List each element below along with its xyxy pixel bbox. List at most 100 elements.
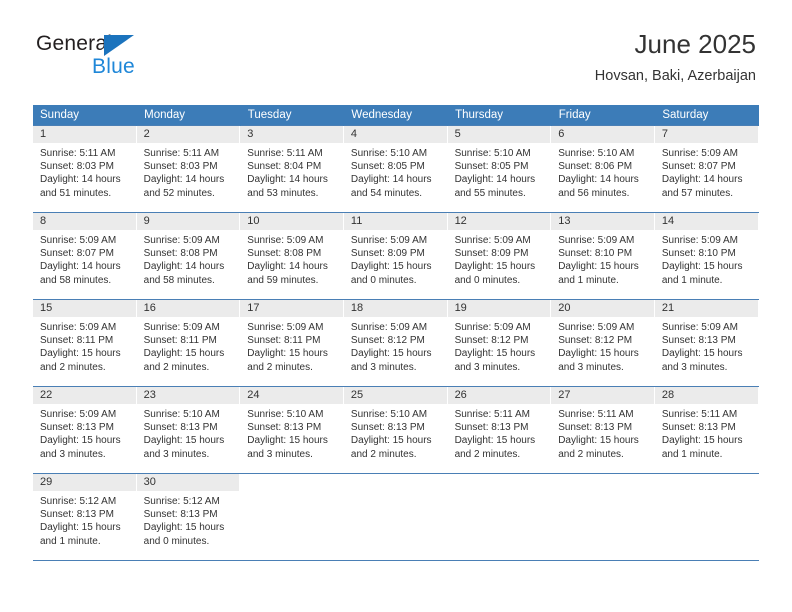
calendar-day-cell[interactable]: 20 Sunrise: 5:09 AM Sunset: 8:12 PM Dayligh… bbox=[551, 298, 655, 386]
daylight-duration-line1: Daylight: 15 hours bbox=[143, 522, 225, 534]
sunrise-time: Sunrise: 5:09 AM bbox=[661, 234, 738, 246]
sunset-time: Sunset: 8:05 PM bbox=[350, 160, 425, 172]
sunset-time: Sunset: 8:13 PM bbox=[454, 421, 529, 433]
calendar-day-cell[interactable]: 11 Sunrise: 5:09 AM Sunset: 8:09 PM Dayligh… bbox=[343, 211, 448, 299]
sunset-time: Sunset: 8:09 PM bbox=[350, 247, 425, 259]
day-number bbox=[240, 473, 344, 491]
calendar-day-cell[interactable]: 14 Sunrise: 5:09 AM Sunset: 8:10 PM Dayligh… bbox=[654, 211, 759, 299]
calendar-day-cell[interactable]: 7 Sunrise: 5:09 AM Sunset: 8:07 PM Daylight… bbox=[654, 124, 759, 212]
daylight-duration-line2: and 2 minutes. bbox=[40, 361, 106, 373]
calendar-day-cell[interactable]: 10 Sunrise: 5:09 AM Sunset: 8:08 PM Dayligh… bbox=[240, 211, 344, 299]
sunrise-time: Sunrise: 5:11 AM bbox=[40, 147, 116, 159]
sunset-time: Sunset: 8:13 PM bbox=[143, 421, 218, 433]
day-details: Sunrise: 5:12 AM Sunset: 8:13 PM Daylight:… bbox=[137, 491, 241, 549]
day-number: 18 bbox=[343, 299, 448, 317]
sunrise-time: Sunrise: 5:12 AM bbox=[40, 495, 117, 507]
day-details: Sunrise: 5:11 AM Sunset: 8:04 PM Daylight:… bbox=[240, 143, 344, 201]
calendar-day-cell[interactable]: 8 Sunrise: 5:09 AM Sunset: 8:07 PM Daylight… bbox=[33, 211, 137, 299]
day-number: 23 bbox=[136, 386, 241, 404]
daylight-duration-line1: Daylight: 14 hours bbox=[454, 174, 536, 186]
day-details: Sunrise: 5:09 AM Sunset: 8:12 PM Daylight:… bbox=[551, 317, 655, 375]
general-blue-logo[interactable]: General Blue bbox=[36, 32, 236, 84]
title-block: June 2025 Hovsan, Baki, Azerbaijan bbox=[595, 28, 756, 86]
calendar-day-cell[interactable]: 23 Sunrise: 5:10 AM Sunset: 8:13 PM Dayligh… bbox=[136, 385, 241, 473]
day-cell-inner bbox=[447, 473, 552, 560]
day-details: Sunrise: 5:09 AM Sunset: 8:10 PM Daylight:… bbox=[655, 230, 759, 288]
day-cell-inner: 14 Sunrise: 5:09 AM Sunset: 8:10 PM Dayligh… bbox=[654, 212, 759, 299]
day-details: Sunrise: 5:09 AM Sunset: 8:11 PM Daylight:… bbox=[240, 317, 344, 375]
calendar-day-cell[interactable]: 25 Sunrise: 5:10 AM Sunset: 8:13 PM Dayligh… bbox=[343, 385, 448, 473]
daylight-duration-line2: and 3 minutes. bbox=[350, 361, 417, 373]
daylight-duration-line2: and 3 minutes. bbox=[558, 361, 624, 373]
daylight-duration-line2: and 2 minutes. bbox=[143, 361, 210, 373]
calendar-day-cell[interactable]: 15 Sunrise: 5:09 AM Sunset: 8:11 PM Dayligh… bbox=[33, 298, 137, 386]
day-cell-inner: 29 Sunrise: 5:12 AM Sunset: 8:13 PM Dayligh… bbox=[33, 473, 137, 560]
calendar-day-cell[interactable]: 19 Sunrise: 5:09 AM Sunset: 8:12 PM Dayligh… bbox=[447, 298, 552, 386]
calendar-day-cell[interactable]: 6 Sunrise: 5:10 AM Sunset: 8:06 PM Daylight… bbox=[551, 124, 655, 212]
daylight-duration-line2: and 59 minutes. bbox=[247, 274, 319, 286]
daylight-duration-line1: Daylight: 15 hours bbox=[558, 348, 639, 360]
daylight-duration-line2: and 58 minutes. bbox=[40, 274, 112, 286]
day-details: Sunrise: 5:10 AM Sunset: 8:05 PM Daylight:… bbox=[344, 143, 448, 201]
day-number: 21 bbox=[654, 299, 759, 317]
calendar-day-cell[interactable]: 18 Sunrise: 5:09 AM Sunset: 8:12 PM Dayligh… bbox=[343, 298, 448, 386]
calendar-day-cell[interactable]: 21 Sunrise: 5:09 AM Sunset: 8:13 PM Dayligh… bbox=[654, 298, 759, 386]
calendar-day-cell[interactable]: 27 Sunrise: 5:11 AM Sunset: 8:13 PM Dayligh… bbox=[551, 385, 655, 473]
day-cell-inner: 30 Sunrise: 5:12 AM Sunset: 8:13 PM Dayligh… bbox=[136, 473, 241, 560]
day-number: 29 bbox=[33, 473, 137, 491]
sunset-time: Sunset: 8:11 PM bbox=[247, 334, 321, 346]
sunset-time: Sunset: 8:13 PM bbox=[40, 421, 114, 433]
daylight-duration-line2: and 54 minutes. bbox=[350, 187, 423, 199]
day-cell-inner: 13 Sunrise: 5:09 AM Sunset: 8:10 PM Dayligh… bbox=[551, 212, 655, 299]
calendar-day-cell[interactable]: 2 Sunrise: 5:11 AM Sunset: 8:03 PM Daylight… bbox=[136, 124, 241, 212]
calendar-day-cell[interactable]: 22 Sunrise: 5:09 AM Sunset: 8:13 PM Dayligh… bbox=[33, 385, 137, 473]
calendar-day-cell[interactable]: 24 Sunrise: 5:10 AM Sunset: 8:13 PM Dayligh… bbox=[240, 385, 344, 473]
sunrise-time: Sunrise: 5:10 AM bbox=[143, 408, 220, 420]
day-number: 8 bbox=[33, 212, 137, 230]
daylight-duration-line2: and 58 minutes. bbox=[143, 274, 215, 286]
sunrise-time: Sunrise: 5:11 AM bbox=[247, 147, 323, 159]
daylight-duration-line2: and 0 minutes. bbox=[350, 274, 417, 286]
calendar-day-cell[interactable]: 26 Sunrise: 5:11 AM Sunset: 8:13 PM Dayligh… bbox=[447, 385, 552, 473]
calendar-day-cell[interactable]: 9 Sunrise: 5:09 AM Sunset: 8:08 PM Daylight… bbox=[136, 211, 241, 299]
weekday-header-row: Sunday Monday Tuesday Wednesday Thursday… bbox=[33, 105, 759, 125]
calendar-day-cell[interactable]: 17 Sunrise: 5:09 AM Sunset: 8:11 PM Dayligh… bbox=[240, 298, 344, 386]
calendar-day-cell bbox=[551, 472, 655, 561]
day-number: 30 bbox=[136, 473, 241, 491]
day-details: Sunrise: 5:11 AM Sunset: 8:03 PM Daylight:… bbox=[33, 143, 137, 201]
calendar-day-cell[interactable]: 5 Sunrise: 5:10 AM Sunset: 8:05 PM Daylight… bbox=[447, 124, 552, 212]
calendar-day-cell[interactable]: 30 Sunrise: 5:12 AM Sunset: 8:13 PM Dayligh… bbox=[136, 472, 241, 561]
weekday-header-thursday: Thursday bbox=[447, 105, 552, 125]
calendar-day-cell[interactable]: 1 Sunrise: 5:11 AM Sunset: 8:03 PM Daylight… bbox=[33, 124, 137, 212]
day-details: Sunrise: 5:09 AM Sunset: 8:13 PM Daylight:… bbox=[655, 317, 759, 375]
day-details: Sunrise: 5:11 AM Sunset: 8:13 PM Daylight:… bbox=[655, 404, 759, 462]
sunset-time: Sunset: 8:11 PM bbox=[143, 334, 217, 346]
daylight-duration-line2: and 53 minutes. bbox=[247, 187, 319, 199]
calendar-day-cell[interactable]: 13 Sunrise: 5:09 AM Sunset: 8:10 PM Dayligh… bbox=[551, 211, 655, 299]
daylight-duration-line2: and 2 minutes. bbox=[558, 448, 624, 460]
calendar-day-cell[interactable]: 28 Sunrise: 5:11 AM Sunset: 8:13 PM Dayligh… bbox=[654, 385, 759, 473]
daylight-duration-line2: and 57 minutes. bbox=[661, 187, 734, 199]
day-number: 15 bbox=[33, 299, 137, 317]
calendar-day-cell[interactable]: 3 Sunrise: 5:11 AM Sunset: 8:04 PM Daylight… bbox=[240, 124, 344, 212]
daylight-duration-line2: and 3 minutes. bbox=[454, 361, 521, 373]
sunrise-time: Sunrise: 5:09 AM bbox=[40, 408, 117, 420]
day-details: Sunrise: 5:11 AM Sunset: 8:13 PM Daylight:… bbox=[551, 404, 655, 462]
daylight-duration-line2: and 55 minutes. bbox=[454, 187, 526, 199]
calendar-day-cell[interactable]: 12 Sunrise: 5:09 AM Sunset: 8:09 PM Dayligh… bbox=[447, 211, 552, 299]
daylight-duration-line1: Daylight: 15 hours bbox=[454, 261, 536, 273]
calendar-day-cell[interactable]: 16 Sunrise: 5:09 AM Sunset: 8:11 PM Dayligh… bbox=[136, 298, 241, 386]
daylight-duration-line2: and 51 minutes. bbox=[40, 187, 112, 199]
day-details: Sunrise: 5:11 AM Sunset: 8:03 PM Daylight:… bbox=[137, 143, 241, 201]
day-details: Sunrise: 5:09 AM Sunset: 8:07 PM Daylight:… bbox=[33, 230, 137, 288]
sunrise-time: Sunrise: 5:09 AM bbox=[40, 234, 117, 246]
day-cell-inner: 17 Sunrise: 5:09 AM Sunset: 8:11 PM Dayligh… bbox=[240, 299, 344, 386]
calendar-day-cell[interactable]: 4 Sunrise: 5:10 AM Sunset: 8:05 PM Daylight… bbox=[343, 124, 448, 212]
daylight-duration-line1: Daylight: 15 hours bbox=[558, 261, 639, 273]
day-details bbox=[448, 491, 552, 495]
daylight-duration-line1: Daylight: 15 hours bbox=[454, 435, 536, 447]
sunrise-time: Sunrise: 5:09 AM bbox=[247, 321, 324, 333]
calendar-day-cell[interactable]: 29 Sunrise: 5:12 AM Sunset: 8:13 PM Dayligh… bbox=[33, 472, 137, 561]
daylight-duration-line2: and 2 minutes. bbox=[247, 361, 313, 373]
day-cell-inner: 5 Sunrise: 5:10 AM Sunset: 8:05 PM Daylight… bbox=[447, 125, 552, 212]
